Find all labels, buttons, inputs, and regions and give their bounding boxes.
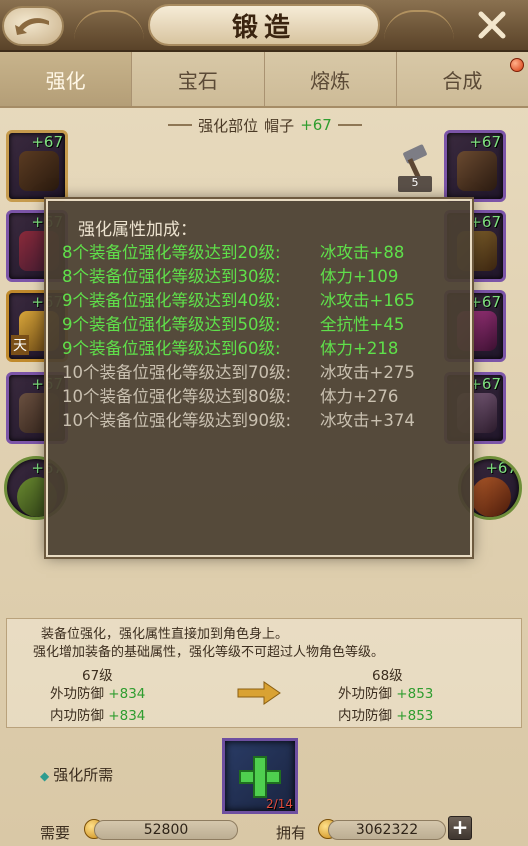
slot-level: +67 [469,133,501,151]
stat-label: 内功防御 [338,708,392,724]
requirement-label: ◆ 强化所需 [40,764,113,785]
back-button[interactable] [2,6,64,46]
bonus-row: 9个装备位强化等级达到40级: 冰攻击+165 [62,287,415,311]
title-bar: 锻造 [0,0,528,52]
requirement-text: 强化所需 [53,766,114,784]
stat-value: +853 [396,686,434,702]
hat-icon [19,151,59,191]
slot-level: +67 [469,213,501,231]
tab-synthesize[interactable]: 合成 [397,52,528,106]
bonus-row: 10个装备位强化等级达到80级: 体力+276 [62,383,415,407]
next-level: 68级 [372,668,403,684]
stat-value: +834 [108,708,146,724]
hammer-count: 5 [398,176,432,192]
bonus-row: 9个装备位强化等级达到50级: 全抗性+45 [62,311,415,335]
info-line-2: 强化增加装备的基础属性，强化等级不可超过人物角色等级。 [33,645,385,660]
next-outer-defense: 外功防御 +853 [338,682,433,702]
bonus-value: 冰攻击+374 [320,411,415,430]
page-title: 锻造 [148,4,380,46]
own-label: 拥有 [276,824,307,842]
tab-bar: 强化 宝石 熔炼 合成 [0,52,528,108]
bonus-value: 体力+276 [320,387,399,406]
equip-slot-right-1[interactable]: +67 [444,130,506,202]
bonus-requirement: 9个装备位强化等级达到60级: [62,339,281,358]
need-amount: 52800 [94,820,238,840]
slot-level: +67 [469,293,501,311]
jade-icon [471,477,511,517]
current-outer-defense: 外功防御 +834 [50,682,145,702]
stat-label: 外功防御 [338,686,392,702]
bonus-value: 体力+109 [320,267,399,286]
tab-gem[interactable]: 宝石 [132,52,265,106]
slot-level: +67 [485,459,517,477]
arrow-right-icon [237,681,281,705]
slot-badge: 天 [11,335,29,355]
bonus-value: 冰攻击+88 [320,243,405,262]
stat-label: 外功防御 [50,686,104,702]
slot-level: +67 [469,375,501,393]
close-icon [478,11,506,39]
part-label: 强化部位 [198,116,259,135]
enhance-part-line: 强化部位 帽子 +67 [120,112,410,138]
bonus-requirement: 10个装备位强化等级达到80级: [62,387,292,406]
bonus-requirement: 10个装备位强化等级达到90级: [62,411,292,430]
next-inner-defense: 内功防御 +853 [338,704,433,724]
title-ornament-left [74,10,144,40]
part-level: +67 [300,116,332,134]
equip-slot-hat[interactable]: +67 [6,130,68,202]
bonus-list: 8个装备位强化等级达到20级: 冰攻击+88 8个装备位强化等级达到30级: 体力+… [62,239,415,431]
bonus-requirement: 8个装备位强化等级达到20级: [62,243,281,262]
bonus-requirement: 10个装备位强化等级达到70级: [62,363,292,382]
close-button[interactable] [460,2,524,48]
part-name: 帽子 [264,116,295,135]
popup-title: 强化属性加成： [78,220,197,240]
back-arrow-icon [15,18,49,35]
bonus-row: 10个装备位强化等级达到90级: 冰攻击+374 [62,407,415,431]
add-currency-button[interactable]: + [448,816,472,840]
gauntlet-icon [457,151,497,191]
diamond-icon: ◆ [40,769,50,783]
bonus-requirement: 8个装备位强化等级达到30级: [62,267,281,286]
bonus-value: 冰攻击+165 [320,291,415,310]
stat-label: 内功防御 [50,708,104,724]
enhance-bonus-popup: 强化属性加成： 8个装备位强化等级达到20级: 冰攻击+88 8个装备位强化等级达… [46,199,472,557]
current-level: 67级 [82,668,113,684]
info-line-1: 装备位强化，强化属性直接加到角色身上。 [41,627,289,642]
bonus-value: 全抗性+45 [320,315,405,334]
stat-value: +834 [108,686,146,702]
slot-level: +67 [31,133,63,151]
tab-smelt[interactable]: 熔炼 [265,52,397,106]
bonus-value: 冰攻击+275 [320,363,415,382]
material-slot[interactable]: 2/14 [222,738,298,814]
tab-enhance[interactable]: 强化 [0,52,133,106]
bonus-value: 体力+218 [320,339,399,358]
bonus-row: 8个装备位强化等级达到20级: 冰攻击+88 [62,239,415,263]
bonus-row: 9个装备位强化等级达到60级: 体力+218 [62,335,415,359]
own-amount: 3062322 [328,820,446,840]
bonus-row: 10个装备位强化等级达到70级: 冰攻击+275 [62,359,415,383]
stat-value: +853 [396,708,434,724]
material-count: 2/14 [266,797,293,811]
notification-dot [510,58,524,72]
title-ornament-right [384,10,454,40]
need-label: 需要 [40,824,71,842]
plus-icon [253,756,267,798]
bonus-row: 8个装备位强化等级达到30级: 体力+109 [62,263,415,287]
bonus-requirement: 9个装备位强化等级达到40级: [62,291,281,310]
current-inner-defense: 内功防御 +834 [50,704,145,724]
bonus-requirement: 9个装备位强化等级达到50级: [62,315,281,334]
